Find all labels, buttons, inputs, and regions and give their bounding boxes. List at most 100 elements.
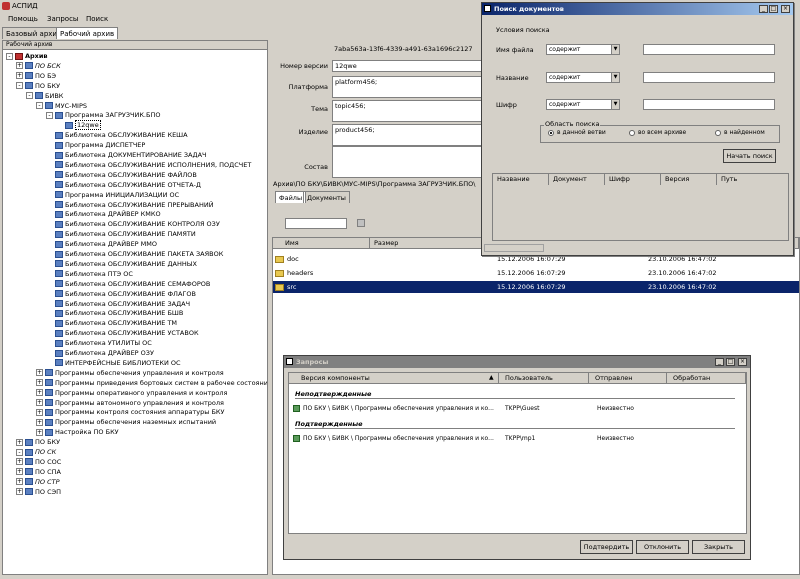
expand-icon[interactable]: + <box>16 438 23 446</box>
tree-node[interactable]: + ПО СТР <box>16 477 60 487</box>
result-col-name[interactable]: Название <box>493 174 549 185</box>
minimize-icon[interactable]: _ <box>715 358 724 366</box>
confirm-button[interactable]: Подтвердить <box>580 540 633 554</box>
tab-work-archive[interactable]: Рабочий архив <box>56 27 119 39</box>
cipher-input[interactable] <box>643 99 775 110</box>
version-field[interactable]: 12qwe <box>332 60 482 72</box>
collapse-icon[interactable]: - <box>46 111 53 119</box>
menu-search[interactable]: Поиск <box>86 15 108 23</box>
expand-icon[interactable]: + <box>36 418 43 426</box>
collapse-icon[interactable]: - <box>16 448 23 456</box>
tree-node[interactable]: + Программы контроля состояния аппаратуры… <box>36 407 225 417</box>
expand-icon[interactable]: + <box>36 379 43 387</box>
file-path-field[interactable] <box>285 218 347 229</box>
expand-icon[interactable]: + <box>16 468 23 476</box>
cipher-op-select[interactable]: содержит ▼ <box>546 99 620 110</box>
expand-icon[interactable]: + <box>36 428 43 436</box>
tree-node[interactable]: + Программы автономного управления и конт… <box>36 398 224 408</box>
collapse-icon[interactable]: - <box>16 82 23 90</box>
tree-node[interactable]: Библиотека ДРАЙВЕР ОЗУ <box>46 348 154 358</box>
tree-node[interactable]: + Настройка ПО БКУ <box>36 427 119 437</box>
scope-radio-found[interactable]: в найденном <box>715 129 765 136</box>
tree-node[interactable]: Библиотека ОБСЛУЖИВАНИЕ ЗАДАЧ <box>46 299 190 309</box>
collapse-icon[interactable]: - <box>36 102 43 109</box>
maximize-icon[interactable]: □ <box>726 358 735 366</box>
filename-op-select[interactable]: содержит ▼ <box>546 44 620 55</box>
tree-node[interactable]: Библиотека ОБСЛУЖИВАНИЕ ПАКЕТА ЗАЯВОК <box>46 249 223 259</box>
result-col-version[interactable]: Версия <box>661 174 717 185</box>
result-col-document[interactable]: Документ <box>549 174 605 185</box>
expand-icon[interactable]: + <box>36 389 43 397</box>
expand-icon[interactable]: + <box>16 62 23 70</box>
name-input[interactable] <box>643 72 775 83</box>
tree-node[interactable]: Библиотека ОБСЛУЖИВАНИЕ ИСПОЛНЕНИЯ, ПОДС… <box>46 160 251 170</box>
col-header-processed[interactable]: Обработан <box>667 373 746 384</box>
tree-node[interactable]: - Программа ЗАГРУЗЧИК.БПО <box>46 110 160 120</box>
maximize-icon[interactable]: □ <box>769 5 778 13</box>
composition-field[interactable] <box>332 146 482 178</box>
result-col-cipher[interactable]: Шифр <box>605 174 661 185</box>
tree-node[interactable]: Библиотека ДОКУМЕНТИРОВАНИЕ ЗАДАЧ <box>46 150 206 160</box>
platform-field[interactable]: platform456; <box>332 76 482 98</box>
tree-node[interactable]: - ПО БКУ <box>16 81 60 91</box>
result-col-path[interactable]: Путь <box>717 174 789 185</box>
file-row-selected[interactable]: src 15.12.2006 16:07:29 23.10.2006 16:47… <box>273 281 799 293</box>
name-op-select[interactable]: содержит ▼ <box>546 72 620 83</box>
expand-icon[interactable]: + <box>36 369 43 377</box>
tree-node[interactable]: Библиотека ДРАЙВЕР КМКО <box>46 209 161 219</box>
product-field[interactable]: product456; <box>332 124 482 146</box>
requests-list[interactable]: Версия компоненты ▲ Пользователь Отправл… <box>288 372 747 534</box>
tree-node[interactable]: Библиотека ОБСЛУЖИВАНИЕ ФЛАГОВ <box>46 289 196 299</box>
expand-icon[interactable]: + <box>16 478 23 486</box>
tab-documents[interactable]: Документы <box>303 191 350 203</box>
col-header-sent[interactable]: Отправлен <box>589 373 667 384</box>
tree-node[interactable]: Библиотека ОБСЛУЖИВАНИЕ БШВ <box>46 308 183 318</box>
col-header-user[interactable]: Пользователь <box>499 373 589 384</box>
expand-icon[interactable]: + <box>16 458 23 466</box>
collapse-icon[interactable]: - <box>26 92 33 100</box>
tree-node[interactable]: 12qwe <box>56 120 101 131</box>
tree-node[interactable]: Библиотека УТИЛИТЫ ОС <box>46 338 152 348</box>
tree-node[interactable]: Библиотека ОБСЛУЖИВАНИЕ КОНТРОЛЯ ОЗУ <box>46 219 220 229</box>
tree-node[interactable]: Библиотека ДРАЙВЕР ММО <box>46 239 157 249</box>
tree-node[interactable]: + ПО БКУ <box>16 437 60 447</box>
scope-radio-branch[interactable]: в данной ветви <box>548 129 606 136</box>
tree-node[interactable]: + Программы приведения бортовых систем в … <box>36 378 267 388</box>
expand-icon[interactable]: + <box>36 408 43 416</box>
tree-node[interactable]: + Программы обеспечения наземных испытани… <box>36 417 216 427</box>
tree-node[interactable]: - Архив <box>6 51 48 61</box>
filename-input[interactable] <box>643 44 775 55</box>
tree-node[interactable]: + ПО СОС <box>16 457 61 467</box>
menu-help[interactable]: Помощь <box>8 15 38 23</box>
tree-node[interactable]: Библиотека ПТЭ ОС <box>46 269 133 279</box>
tree-node[interactable]: Библиотека ОБСЛУЖИВАНИЕ ТМ <box>46 318 177 328</box>
scope-radio-archive[interactable]: во всем архиве <box>629 129 686 136</box>
tree-node[interactable]: + ПО БЭ <box>16 71 56 81</box>
tree-node[interactable]: Библиотека ОБСЛУЖИВАНИЕ ОТЧЕТА-Д <box>46 180 201 190</box>
reject-button[interactable]: Отклонить <box>636 540 689 554</box>
close-button[interactable]: Закрыть <box>692 540 745 554</box>
tree-node[interactable]: + ПО СПА <box>16 467 61 477</box>
tree-node[interactable]: + ПО БСК <box>16 61 61 71</box>
tree-node[interactable]: + ПО СЭП <box>16 487 61 497</box>
search-results[interactable]: Название Документ Шифр Версия Путь <box>492 173 789 241</box>
request-row[interactable]: ПО БКУ \ БИВК \ Программы обеспечения уп… <box>291 433 747 444</box>
col-header-component[interactable]: Версия компоненты <box>289 373 499 384</box>
tree-node[interactable]: - БИВК <box>26 91 63 101</box>
tree-node[interactable]: Программа ИНИЦИАЛИЗАЦИИ ОС <box>46 190 179 200</box>
tree-node[interactable]: Библиотека ОБСЛУЖИВАНИЕ ПРЕРЫВАНИЙ <box>46 200 214 210</box>
col-header-name[interactable]: Имя <box>273 238 370 249</box>
menu-requests[interactable]: Запросы <box>47 15 78 23</box>
tree-node[interactable]: Библиотека ОБСЛУЖИВАНИЕ ФАЙЛОВ <box>46 170 197 180</box>
tree-node[interactable]: - МУС-МIPS <box>36 101 87 111</box>
tree-node[interactable]: + Программы обеспечения управления и конт… <box>36 368 224 378</box>
close-icon[interactable]: × <box>738 358 747 366</box>
tree-node[interactable]: - ПО СК <box>16 447 56 457</box>
start-search-button[interactable]: Начать поиск <box>723 149 776 163</box>
tree-node[interactable]: Библиотека ОБСЛУЖИВАНИЕ КЕША <box>46 130 188 140</box>
topic-field[interactable]: topic456; <box>332 100 482 122</box>
tree-node[interactable]: Программа ДИСПЕТЧЕР <box>46 140 145 150</box>
expand-icon[interactable]: + <box>36 399 43 406</box>
request-row[interactable]: ПО БКУ \ БИВК \ Программы обеспечения уп… <box>291 403 747 414</box>
close-icon[interactable]: × <box>781 5 790 13</box>
